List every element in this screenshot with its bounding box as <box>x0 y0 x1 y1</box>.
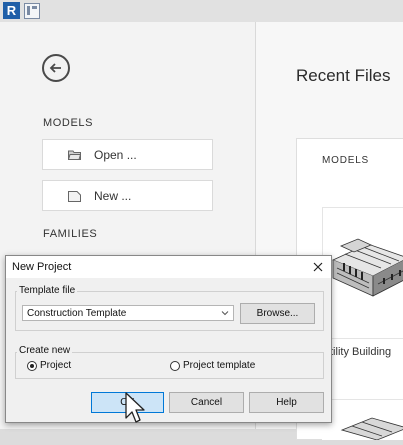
mouse-cursor-icon <box>125 392 145 423</box>
dialog-titlebar[interactable]: New Project <box>6 256 331 278</box>
back-button[interactable] <box>42 54 70 82</box>
recent-model-thumbnail[interactable] <box>322 207 403 339</box>
new-document-icon <box>68 191 81 202</box>
layout-icon[interactable] <box>24 3 40 19</box>
recent-model-caption[interactable]: tility Building <box>330 346 391 358</box>
families-section-label: FAMILIES <box>43 228 98 240</box>
models-header: MODELS <box>322 155 370 166</box>
dialog-title: New Project <box>12 261 72 273</box>
folder-icon <box>68 150 81 160</box>
recent-model-thumbnail-2[interactable] <box>322 399 403 441</box>
building-model-image <box>331 238 403 297</box>
radio-project-template[interactable] <box>170 361 180 371</box>
template-select[interactable]: Construction Template <box>22 305 234 321</box>
radio-project-template-label[interactable]: Project template <box>183 360 255 371</box>
template-file-label: Template file <box>17 285 78 296</box>
app-top-bar: R <box>0 0 403 23</box>
cancel-button[interactable]: Cancel <box>169 392 244 413</box>
browse-button[interactable]: Browse... <box>240 303 315 324</box>
building-model-image-2 <box>340 417 403 441</box>
close-icon[interactable] <box>311 260 325 274</box>
revit-logo[interactable]: R <box>3 2 20 19</box>
chevron-down-icon <box>221 311 229 316</box>
open-label: Open ... <box>94 148 137 162</box>
new-model-button[interactable]: New ... <box>42 180 213 211</box>
create-new-label: Create new <box>17 345 73 356</box>
models-section-label: MODELS <box>43 117 94 129</box>
radio-project[interactable] <box>27 361 37 371</box>
open-model-button[interactable]: Open ... <box>42 139 213 170</box>
template-select-value: Construction Template <box>27 308 127 319</box>
back-arrow-icon <box>49 63 61 73</box>
radio-project-label[interactable]: Project <box>40 360 71 371</box>
help-button[interactable]: Help <box>249 392 324 413</box>
new-label: New ... <box>94 189 132 203</box>
page-title: Recent Files <box>296 66 391 85</box>
